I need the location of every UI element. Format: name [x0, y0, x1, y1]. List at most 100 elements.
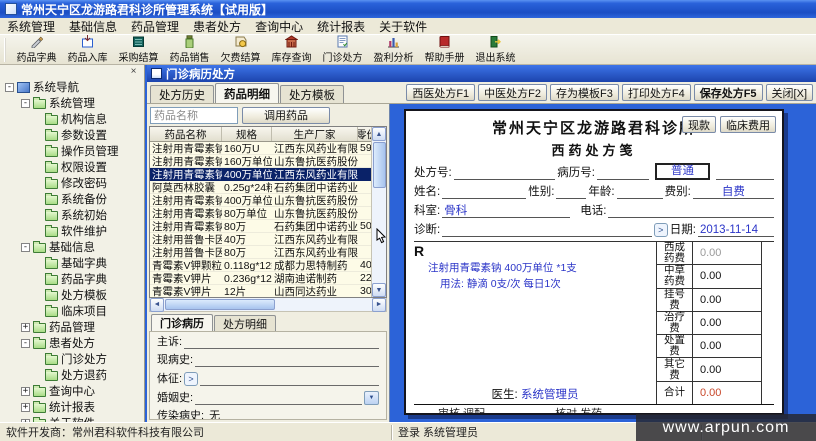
tab-outpatient-record[interactable]: 门诊病历	[151, 314, 213, 331]
tree-item-system-init[interactable]: 系统初始	[0, 207, 144, 223]
close-button[interactable]: 关闭[X]	[765, 84, 813, 101]
tree-item-statistics[interactable]: + 统计报表	[0, 399, 144, 415]
menu-statistics[interactable]: 统计报表	[310, 18, 372, 34]
tree-item-patient-rx[interactable]: - 患者处方	[0, 335, 144, 351]
panel-close-icon[interactable]: ×	[128, 66, 139, 77]
gender-input[interactable]	[556, 185, 587, 199]
vertical-scrollbar[interactable]: ▲ ▼	[371, 127, 386, 297]
toolbar-help-manual-button[interactable]: 帮助手册	[419, 35, 470, 64]
call-drug-button[interactable]: 调用药品	[242, 106, 330, 124]
phone-input[interactable]	[608, 204, 774, 218]
tree-item-org-info[interactable]: 机构信息	[0, 111, 144, 127]
scroll-right-icon[interactable]: ►	[372, 297, 386, 312]
fee-value[interactable]: 0.00	[693, 288, 762, 311]
signs-input[interactable]	[200, 373, 379, 386]
toolbar-purchase-settle-button[interactable]: 采购结算	[113, 35, 164, 64]
toolbar-drug-dictionary-button[interactable]: 药品字典	[11, 35, 62, 64]
tree-item-rx-template[interactable]: 处方模板	[0, 287, 144, 303]
name-input[interactable]	[442, 185, 527, 199]
record-no-input[interactable]	[597, 166, 649, 180]
col-header-price[interactable]: 零价	[358, 127, 371, 141]
expand-icon[interactable]: +	[21, 322, 30, 332]
col-header-drug-name[interactable]: 药品名称	[150, 127, 222, 141]
menu-drug-mgmt[interactable]: 药品管理	[124, 18, 186, 34]
horizontal-scrollbar[interactable]: ◄ ►	[149, 297, 387, 312]
tree-item-root[interactable]: - 系统导航	[0, 79, 144, 95]
tree-item-outpatient-rx[interactable]: 门诊处方	[0, 351, 144, 367]
child-window-title-bar[interactable]: 门诊病历处方	[147, 65, 816, 82]
tree-item-clinical-items[interactable]: 临床项目	[0, 303, 144, 319]
marital-history-input[interactable]	[195, 392, 362, 405]
save-as-template-f3-button[interactable]: 存为模板F3	[550, 84, 619, 101]
collapse-icon[interactable]: -	[21, 338, 30, 348]
toolbar-drug-sale-button[interactable]: 药品销售	[164, 35, 215, 64]
tree-item-drug-dict[interactable]: 药品字典	[0, 271, 144, 287]
scroll-up-icon[interactable]: ▲	[372, 127, 386, 141]
tree-item-system-backup[interactable]: 系统备份	[0, 191, 144, 207]
tree-item-query-center[interactable]: + 查询中心	[0, 383, 144, 399]
col-header-spec[interactable]: 规格	[222, 127, 272, 141]
tree-item-drug-mgmt[interactable]: + 药品管理	[0, 319, 144, 335]
scroll-down-icon[interactable]: ▼	[372, 283, 386, 297]
cash-button[interactable]: 现款	[682, 116, 716, 133]
menu-basic-info[interactable]: 基础信息	[62, 18, 124, 34]
fee-value[interactable]: 0.00	[693, 311, 762, 335]
col-header-manufacturer[interactable]: 生产厂家	[272, 127, 358, 141]
scroll-left-icon[interactable]: ◄	[150, 297, 164, 312]
rx-type-button[interactable]: 普通	[655, 163, 710, 180]
rx-no-input[interactable]	[453, 166, 556, 180]
collapse-icon[interactable]: -	[21, 98, 30, 108]
tree-item-param-settings[interactable]: 参数设置	[0, 127, 144, 143]
age-input[interactable]	[616, 185, 663, 199]
chief-complaint-input[interactable]	[184, 336, 379, 349]
chinese-rx-f2-button[interactable]: 中医处方F2	[478, 84, 548, 101]
tree-item-operator-mgmt[interactable]: 操作员管理	[0, 143, 144, 159]
tree-item-rx-return[interactable]: 处方退药	[0, 367, 144, 383]
horizontal-scroll-thumb[interactable]	[165, 299, 275, 310]
menu-query-center[interactable]: 查询中心	[248, 18, 310, 34]
fee-value[interactable]: 0.00	[693, 265, 762, 288]
marital-dropdown-icon[interactable]: ▼	[364, 391, 379, 405]
print-rx-f4-button[interactable]: 打印处方F4	[621, 84, 691, 101]
collapse-icon[interactable]: -	[21, 242, 30, 252]
table-row[interactable]: 青霉素V钾片12片山西同达药业30.	[150, 285, 371, 297]
collapse-icon[interactable]: -	[5, 82, 14, 92]
diagnosis-input[interactable]	[442, 223, 652, 237]
clinical-fee-button[interactable]: 临床费用	[720, 116, 776, 133]
dept-value[interactable]: 骨科	[442, 204, 571, 218]
fee-value[interactable]: 0.00	[693, 358, 762, 381]
menu-system[interactable]: 系统管理	[0, 18, 62, 34]
rx-usage-line[interactable]: 用法: 静滴 0支/次 每日1次	[440, 276, 656, 291]
rx-area[interactable]: R 注射用青霉素钠 400万单位 *1支 用法: 静滴 0支/次 每日1次 医生…	[414, 242, 656, 404]
expand-icon[interactable]: +	[21, 386, 30, 396]
toolbar-stock-query-button[interactable]: 库存查询	[266, 35, 317, 64]
title-bar[interactable]: 常州天宁区龙游路君科诊所管理系统【试用版】	[0, 0, 816, 18]
rx-drug-line[interactable]: 注射用青霉素钠 400万单位 *1支	[428, 260, 656, 275]
signs-more-button[interactable]: >	[184, 372, 199, 386]
toolbar-exit-button[interactable]: 退出系统	[470, 35, 521, 64]
expand-icon[interactable]: +	[21, 418, 30, 422]
tree-item-basic-dict[interactable]: 基础字典	[0, 255, 144, 271]
tab-rx-detail[interactable]: 处方明细	[214, 315, 276, 331]
expand-icon[interactable]: +	[21, 402, 30, 412]
toolbar-arrears-settle-button[interactable]: 欠费结算	[215, 35, 266, 64]
toolbar-profit-analysis-button[interactable]: 盈利分析	[368, 35, 419, 64]
menu-patient-rx[interactable]: 患者处方	[186, 18, 248, 34]
tree-item-change-password[interactable]: 修改密码	[0, 175, 144, 191]
infectious-history-input[interactable]: 无	[206, 410, 379, 419]
diagnosis-more-button[interactable]: >	[653, 223, 668, 237]
western-rx-f1-button[interactable]: 西医处方F1	[406, 84, 476, 101]
tab-rx-template[interactable]: 处方模板	[280, 85, 344, 103]
vertical-scroll-thumb[interactable]	[372, 142, 386, 188]
tree-item-software-maintain[interactable]: 软件维护	[0, 223, 144, 239]
fee-value[interactable]: 0.00	[693, 335, 762, 358]
drug-name-input[interactable]	[150, 106, 238, 124]
save-rx-f5-button[interactable]: 保存处方F5	[693, 84, 763, 101]
menu-about[interactable]: 关于软件	[372, 18, 434, 34]
tree-item-permission[interactable]: 权限设置	[0, 159, 144, 175]
tree-item-about[interactable]: + 关于软件	[0, 415, 144, 422]
date-value[interactable]: 2013-11-14	[698, 223, 774, 237]
tree-item-system-mgmt[interactable]: - 系统管理	[0, 95, 144, 111]
tab-drug-detail[interactable]: 药品明细	[215, 83, 279, 103]
present-illness-input[interactable]	[195, 354, 379, 367]
